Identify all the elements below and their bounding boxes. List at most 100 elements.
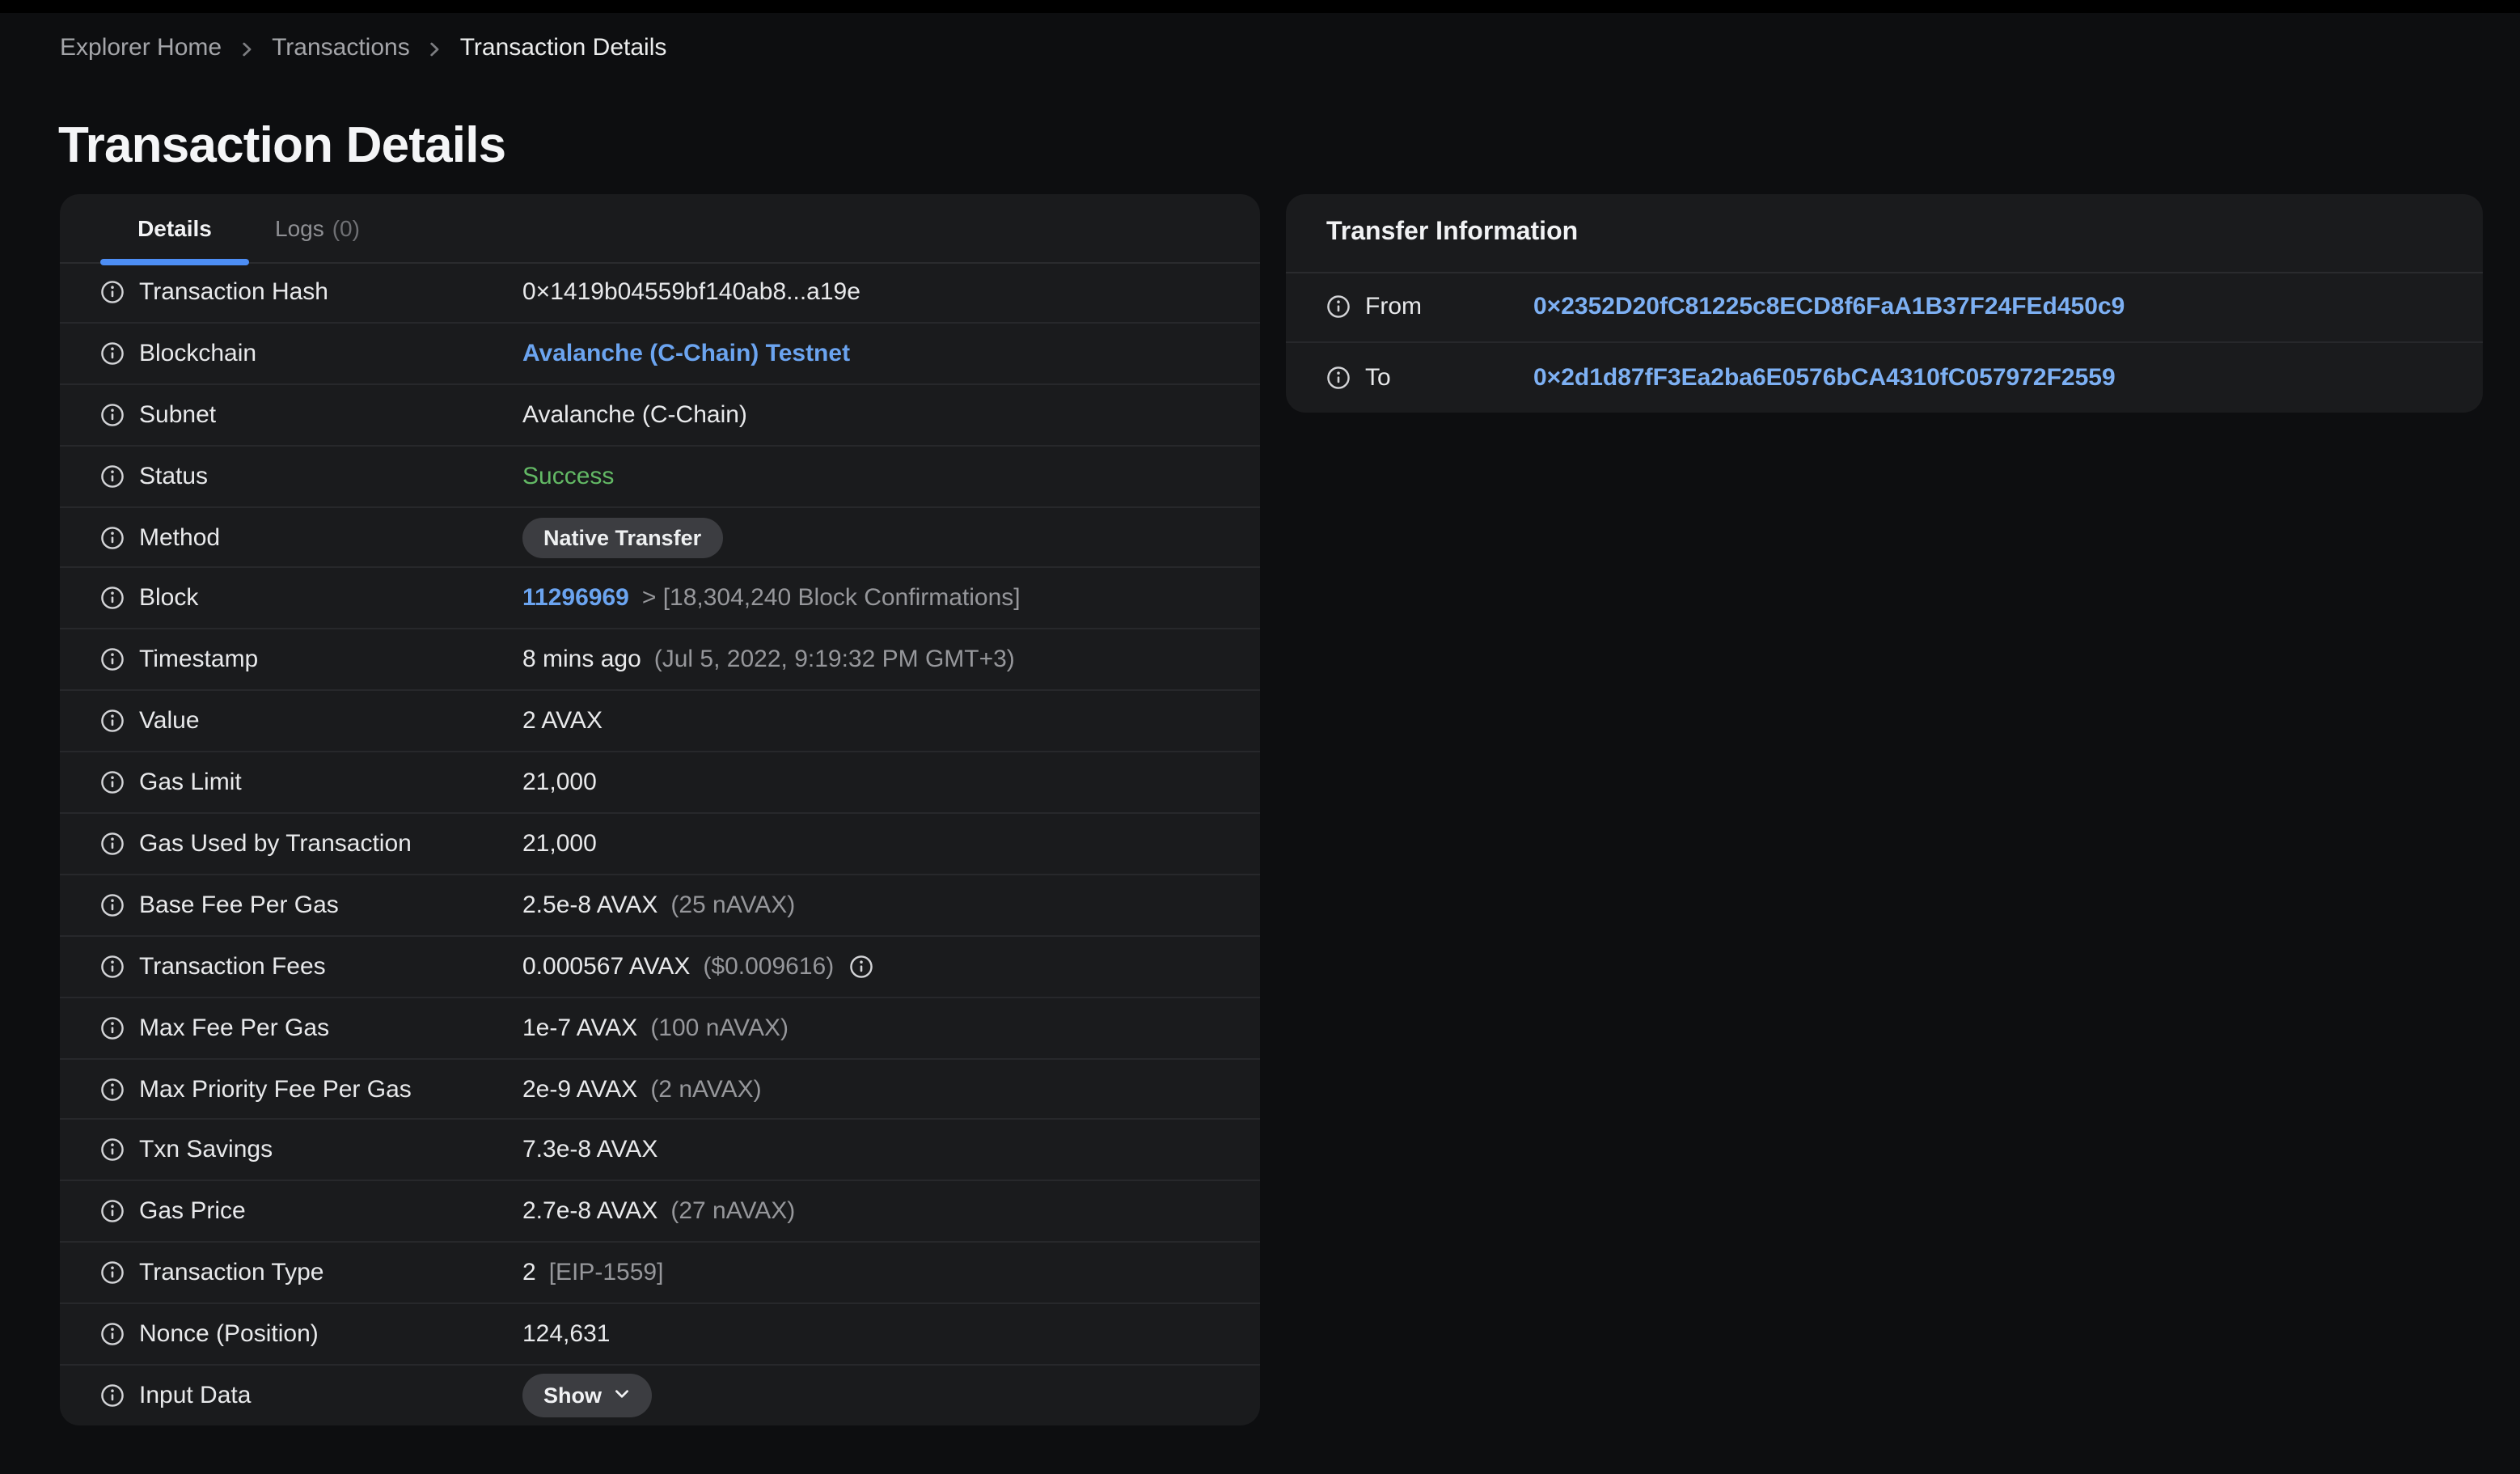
info-icon[interactable] xyxy=(100,1138,125,1163)
row-label: Gas Price xyxy=(139,1197,246,1226)
page-title: Transaction Details xyxy=(58,116,506,173)
tab-details[interactable]: Details xyxy=(104,215,246,241)
row-label: Value xyxy=(139,707,200,735)
info-icon[interactable] xyxy=(100,648,125,672)
row-value: 124,631 xyxy=(522,1320,610,1348)
transfer-row-from: From 0×2352D20fC81225c8ECD8f6FaA1B37F24FE… xyxy=(1286,272,2483,341)
row-value: 21,000 xyxy=(522,769,597,796)
row-label: Gas Limit xyxy=(139,769,242,797)
tab-logs-label: Logs xyxy=(275,215,324,241)
breadcrumb-item-transaction-details: Transaction Details xyxy=(459,34,667,61)
detail-row-method: Method Native Transfer xyxy=(60,506,1260,567)
info-icon[interactable] xyxy=(100,464,125,488)
row-label: Transaction Fees xyxy=(139,952,326,981)
info-icon[interactable] xyxy=(100,1260,125,1285)
transaction-details-page: Explorer Home Transactions Transaction Det… xyxy=(0,0,2520,1474)
info-icon[interactable] xyxy=(1326,366,1351,390)
detail-row-transaction-fees: Transaction Fees 0.000567 AVAX ($0.009616) xyxy=(60,934,1260,997)
info-icon[interactable] xyxy=(848,954,873,978)
detail-row-value: Value 2 AVAX xyxy=(60,689,1260,751)
info-icon[interactable] xyxy=(100,954,125,978)
row-value: 2 [EIP-1559] xyxy=(522,1259,663,1286)
tab-logs[interactable]: Logs (0) xyxy=(275,215,360,241)
info-icon[interactable] xyxy=(100,1200,125,1224)
row-value: 0.000567 AVAX ($0.009616) xyxy=(522,952,873,980)
detail-row-nonce-position-: Nonce (Position) 124,631 xyxy=(60,1302,1260,1364)
info-icon[interactable] xyxy=(100,832,125,856)
value-text: 1e-7 AVAX xyxy=(522,1014,638,1042)
transfer-rows: From 0×2352D20fC81225c8ECD8f6FaA1B37F24FE… xyxy=(1286,272,2483,413)
value-text: 8 mins ago xyxy=(522,646,641,674)
transfer-panel-title: Transfer Information xyxy=(1286,194,2483,273)
row-label: Transaction Hash xyxy=(139,277,328,306)
info-icon[interactable] xyxy=(100,1015,125,1040)
info-icon[interactable] xyxy=(100,1322,125,1346)
value-text: 2e-9 AVAX xyxy=(522,1075,638,1103)
method-badge: Native Transfer xyxy=(522,517,723,557)
detail-row-status: Status Success xyxy=(60,444,1260,506)
value-text: Avalanche (C-Chain) xyxy=(522,400,747,429)
value-text: 21,000 xyxy=(522,829,597,858)
transaction-details-panel: Details Logs (0) Transaction Hash 0×1419b… xyxy=(60,194,1260,1425)
chevron-right-icon xyxy=(238,40,256,57)
transfer-information-panel: Transfer Information From 0×2352D20fC8122… xyxy=(1286,194,2483,413)
detail-row-transaction-type: Transaction Type 2 [EIP-1559] xyxy=(60,1241,1260,1303)
row-label: Transaction Type xyxy=(139,1259,324,1287)
info-icon[interactable] xyxy=(1326,294,1351,319)
row-value: Avalanche (C-Chain) Testnet xyxy=(522,340,850,367)
value-text: 2 xyxy=(522,1259,536,1287)
address-link[interactable]: 0×2352D20fC81225c8ECD8f6FaA1B37F24FEd450… xyxy=(1533,293,2125,320)
row-label: Subnet xyxy=(139,400,217,429)
show-input-data-button[interactable]: Show xyxy=(522,1373,652,1417)
value-text: 124,631 xyxy=(522,1320,611,1349)
row-label: Txn Savings xyxy=(139,1136,273,1164)
value-link[interactable]: 11296969 xyxy=(522,585,629,612)
breadcrumb-item-explorer-home[interactable]: Explorer Home xyxy=(60,34,222,61)
value-text: 0×1419b04559bf140ab8...a19e xyxy=(522,277,860,306)
info-icon[interactable] xyxy=(100,709,125,733)
breadcrumb-item-transactions[interactable]: Transactions xyxy=(272,34,410,61)
info-icon[interactable] xyxy=(100,893,125,917)
address-link[interactable]: 0×2d1d87fF3Ea2ba6E0576bCA4310fC057972F25… xyxy=(1533,364,2116,392)
value-suffix: (100 nAVAX) xyxy=(650,1014,789,1042)
row-label: Input Data xyxy=(139,1381,252,1409)
tab-bar: Details Logs (0) xyxy=(60,194,1260,265)
row-label: Max Fee Per Gas xyxy=(139,1014,330,1042)
value-suffix: (2 nAVAX) xyxy=(650,1075,762,1103)
row-value: 1e-7 AVAX (100 nAVAX) xyxy=(522,1014,789,1041)
row-value: 11296969 > [18,304,240 Block Confirmation… xyxy=(522,585,1021,612)
value-suffix: ($0.009616) xyxy=(703,952,835,981)
info-icon[interactable] xyxy=(100,525,125,549)
top-strip xyxy=(0,0,2520,13)
value-text: 2 AVAX xyxy=(522,707,603,735)
row-label: Status xyxy=(139,462,209,490)
row-value: 2e-9 AVAX (2 nAVAX) xyxy=(522,1075,762,1103)
row-value: 2.7e-8 AVAX (27 nAVAX) xyxy=(522,1198,795,1226)
row-value: 0×1419b04559bf140ab8...a19e xyxy=(522,278,860,306)
value-link[interactable]: Avalanche (C-Chain) Testnet xyxy=(522,340,850,367)
detail-row-gas-limit: Gas Limit 21,000 xyxy=(60,751,1260,812)
value-text: 0.000567 AVAX xyxy=(522,952,691,981)
info-icon[interactable] xyxy=(100,1383,125,1408)
row-label: Nonce (Position) xyxy=(139,1320,319,1349)
value-text: 2.7e-8 AVAX xyxy=(522,1197,658,1226)
detail-row-txn-savings: Txn Savings 7.3e-8 AVAX xyxy=(60,1118,1260,1180)
value-suffix: [EIP-1559] xyxy=(548,1259,664,1287)
value-text: 21,000 xyxy=(522,769,597,797)
value-suffix: (Jul 5, 2022, 9:19:32 PM GMT+3) xyxy=(653,646,1015,674)
info-icon[interactable] xyxy=(100,402,125,426)
info-icon[interactable] xyxy=(100,341,125,366)
status-value: Success xyxy=(522,462,615,490)
info-icon[interactable] xyxy=(100,1077,125,1101)
row-value: 21,000 xyxy=(522,830,597,858)
info-icon[interactable] xyxy=(100,770,125,794)
breadcrumb: Explorer Home Transactions Transaction Det… xyxy=(60,34,666,61)
detail-row-max-priority-fee-per-gas: Max Priority Fee Per Gas 2e-9 AVAX (2 nAVA… xyxy=(60,1057,1260,1119)
info-icon[interactable] xyxy=(100,587,125,611)
detail-row-gas-price: Gas Price 2.7e-8 AVAX (27 nAVAX) xyxy=(60,1180,1260,1242)
value-suffix: > [18,304,240 Block Confirmations] xyxy=(641,584,1021,612)
row-value: 2.5e-8 AVAX (25 nAVAX) xyxy=(522,892,795,919)
info-icon[interactable] xyxy=(100,280,125,304)
row-value: Show xyxy=(522,1373,652,1417)
detail-row-blockchain: Blockchain Avalanche (C-Chain) Testnet xyxy=(60,321,1260,383)
